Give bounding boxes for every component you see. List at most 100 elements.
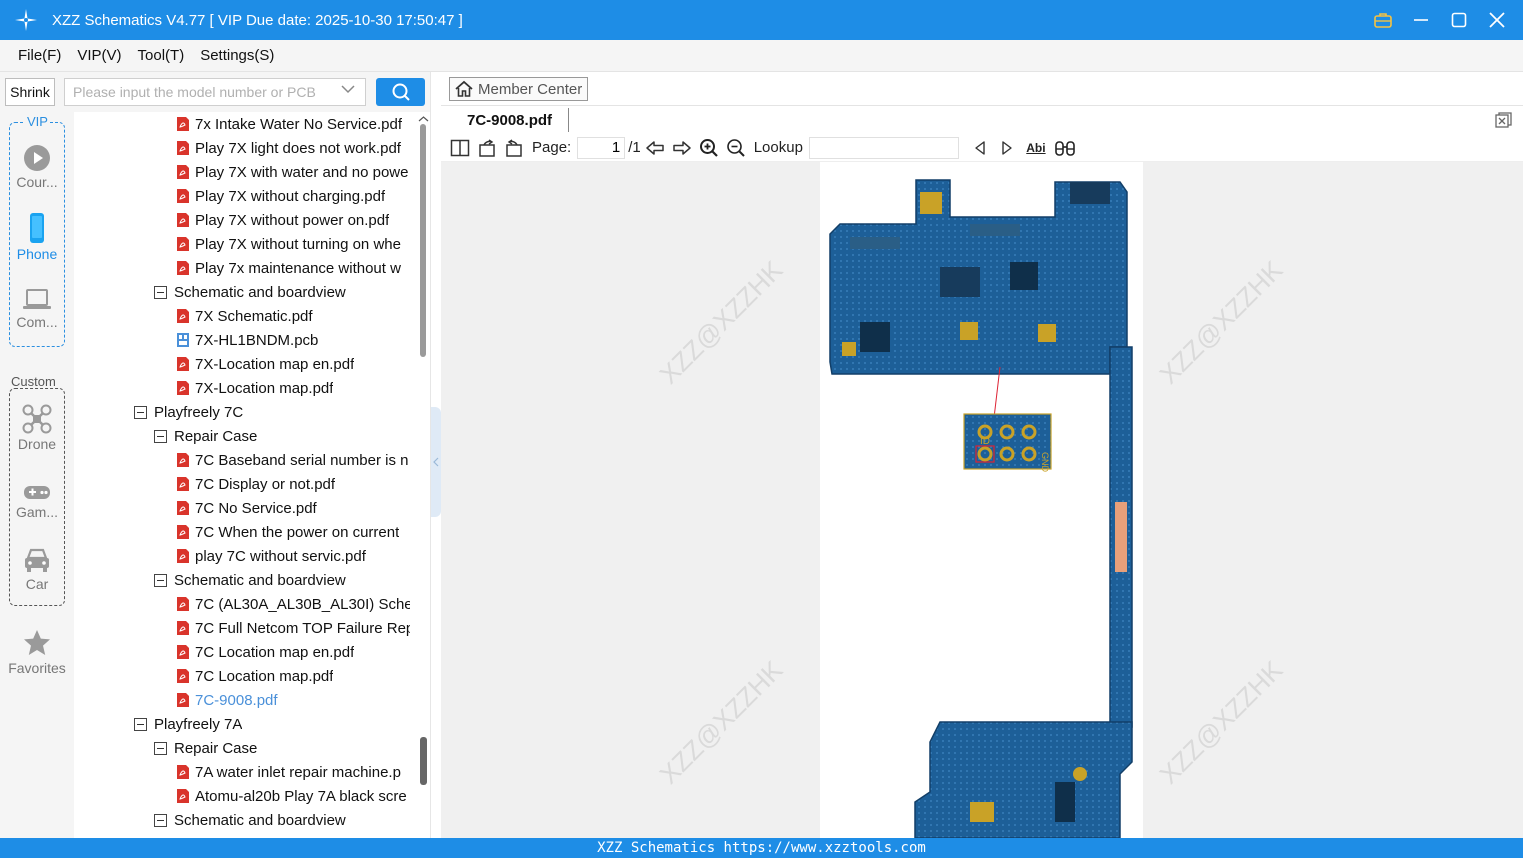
sidebar-item-drone[interactable]: Drone bbox=[0, 404, 74, 452]
pdf-file-icon bbox=[177, 117, 189, 131]
tree-file[interactable]: 7C Display or not.pdf bbox=[176, 472, 335, 496]
tree-scrollbar[interactable] bbox=[417, 112, 430, 838]
menu-tool[interactable]: Tool(T) bbox=[130, 47, 193, 64]
tree-file[interactable]: 7C Full Netcom TOP Failure Rep bbox=[176, 616, 410, 640]
tree-file[interactable]: 7x Intake Water No Service.pdf bbox=[176, 112, 402, 136]
tree-item-label: Atomu-al20b Play 7A black scre bbox=[195, 787, 407, 805]
scrollbar-thumb-secondary[interactable] bbox=[420, 737, 427, 785]
tree-file[interactable]: 7C Location map.pdf bbox=[176, 664, 333, 688]
zoom-in-icon[interactable] bbox=[698, 137, 720, 159]
tree-item-label: 7C Full Netcom TOP Failure Rep bbox=[195, 619, 410, 637]
collapse-toggle-icon[interactable] bbox=[154, 741, 167, 755]
collapse-toggle-icon[interactable] bbox=[134, 405, 147, 419]
member-center-button[interactable]: Member Center bbox=[449, 77, 588, 101]
maximize-icon[interactable] bbox=[1447, 8, 1471, 32]
tree-item-label: 7A water inlet repair machine.p bbox=[195, 763, 401, 781]
scrollbar-thumb[interactable] bbox=[420, 124, 426, 357]
collapse-toggle-icon[interactable] bbox=[154, 813, 167, 827]
tree-item-label: 7C Display or not.pdf bbox=[195, 475, 336, 493]
tree-folder[interactable]: Repair Case bbox=[154, 424, 257, 448]
tree-item-label: Schematic and boardview bbox=[174, 571, 346, 589]
tree-item-label: 7C Baseband serial number is n bbox=[195, 451, 409, 469]
tree-file[interactable]: Play 7X light does not work.pdf bbox=[176, 136, 401, 160]
pdf-file-icon bbox=[177, 549, 189, 563]
pdf-file-icon bbox=[177, 357, 189, 371]
match-case-icon[interactable]: Abi bbox=[1023, 137, 1049, 159]
pdf-file-icon bbox=[177, 141, 189, 155]
tree-folder[interactable]: Playfreely 7C bbox=[134, 400, 243, 424]
tree-file[interactable]: Play 7X without turning on whe bbox=[176, 232, 401, 256]
tree-file[interactable]: 7C When the power on current bbox=[176, 520, 399, 544]
sidebar-item-phone[interactable]: Phone bbox=[0, 212, 74, 262]
chevron-down-icon[interactable] bbox=[341, 84, 355, 94]
pdf-viewer[interactable]: XZZ@XZZHK XZZ@XZZHK XZZ@XZZHK XZZ@XZZHK bbox=[441, 162, 1523, 838]
board-label-gnd: GND bbox=[1040, 452, 1050, 473]
menu-settings[interactable]: Settings(S) bbox=[192, 47, 282, 64]
tree-file[interactable]: 7C Location map en.pdf bbox=[176, 640, 354, 664]
tree-file[interactable]: Play 7x maintenance without w bbox=[176, 256, 401, 280]
rotate-left-icon[interactable] bbox=[476, 137, 498, 159]
find-previous-icon[interactable] bbox=[969, 137, 991, 159]
tree-file[interactable]: 7C Baseband serial number is n bbox=[176, 448, 408, 472]
collapse-toggle-icon[interactable] bbox=[134, 717, 147, 731]
pdf-file-icon bbox=[177, 237, 189, 251]
tab-7c-9008[interactable]: 7C-9008.pdf bbox=[451, 108, 569, 132]
tree-file[interactable]: 7X-Location map en.pdf bbox=[176, 352, 354, 376]
sidebar-item-courses[interactable]: Cour... bbox=[0, 144, 74, 190]
menu-file[interactable]: File(F) bbox=[10, 47, 69, 64]
tree-file[interactable]: Play 7X with water and no powe bbox=[176, 160, 408, 184]
close-icon[interactable] bbox=[1485, 8, 1509, 32]
lookup-input[interactable] bbox=[808, 136, 959, 159]
star-icon bbox=[24, 630, 50, 655]
tree-file[interactable]: 7X Schematic.pdf bbox=[176, 304, 313, 328]
collapse-tab[interactable] bbox=[431, 407, 441, 517]
tree-item-label: Schematic and boardview bbox=[174, 283, 346, 301]
sidebar-toggle-icon[interactable] bbox=[449, 137, 471, 159]
tree-folder[interactable]: Schematic and boardview bbox=[154, 808, 346, 832]
shrink-button[interactable]: Shrink bbox=[5, 78, 55, 106]
category-sidebar: VIP Custom Cour... Phone Com... Drone Ga… bbox=[0, 112, 74, 838]
member-row: Member Center bbox=[441, 72, 1523, 106]
tree-file[interactable]: 7C No Service.pdf bbox=[176, 496, 317, 520]
previous-page-icon[interactable] bbox=[644, 137, 666, 159]
search-input[interactable] bbox=[64, 78, 366, 106]
tree-folder[interactable]: Schematic and boardview bbox=[154, 568, 346, 592]
collapse-toggle-icon[interactable] bbox=[154, 573, 167, 587]
tree-file[interactable]: Play 7X without charging.pdf bbox=[176, 184, 385, 208]
sidebar-item-favorites[interactable]: Favorites bbox=[0, 628, 74, 676]
tree-folder[interactable]: Schematic and boardview bbox=[154, 280, 346, 304]
tree-file[interactable]: play 7C without servic.pdf bbox=[176, 544, 366, 568]
pdf-file-icon bbox=[177, 381, 189, 395]
scroll-up-icon[interactable] bbox=[417, 114, 430, 124]
tree-item-label: Play 7X without power on.pdf bbox=[195, 211, 390, 229]
tree-file[interactable]: 7X-HL1BNDM.pcb bbox=[176, 328, 318, 352]
minimize-icon[interactable] bbox=[1409, 8, 1433, 32]
sidebar-item-car[interactable]: Car bbox=[0, 546, 74, 592]
search-button[interactable] bbox=[376, 78, 425, 106]
pane-splitter[interactable] bbox=[430, 72, 441, 838]
next-page-icon[interactable] bbox=[671, 137, 693, 159]
page-number-input[interactable] bbox=[577, 136, 626, 159]
tree-file[interactable]: Play 7X without power on.pdf bbox=[176, 208, 389, 232]
vip-label: VIP bbox=[25, 114, 50, 129]
tree-file[interactable]: 7A water inlet repair machine.p bbox=[176, 760, 401, 784]
find-next-icon[interactable] bbox=[996, 137, 1018, 159]
collapse-toggle-icon[interactable] bbox=[154, 285, 167, 299]
pdf-file-icon bbox=[177, 213, 189, 227]
sidebar-item-games[interactable]: Gam... bbox=[0, 482, 74, 520]
tree-folder[interactable]: Playfreely 7A bbox=[134, 712, 242, 736]
rotate-right-icon[interactable] bbox=[503, 137, 525, 159]
tree-file[interactable]: 7C-9008.pdf bbox=[176, 688, 278, 712]
zoom-out-icon[interactable] bbox=[725, 137, 747, 159]
tree-folder[interactable]: Repair Case bbox=[154, 736, 257, 760]
sidebar-item-computer[interactable]: Com... bbox=[0, 288, 74, 330]
tree-file[interactable]: 7X-Location map.pdf bbox=[176, 376, 333, 400]
menu-vip[interactable]: VIP(V) bbox=[69, 47, 129, 64]
tree-file[interactable]: Atomu-al20b Play 7A black scre bbox=[176, 784, 407, 808]
binoculars-icon[interactable] bbox=[1054, 137, 1076, 159]
collapse-toggle-icon[interactable] bbox=[154, 429, 167, 443]
briefcase-icon[interactable] bbox=[1371, 8, 1395, 32]
close-all-tabs-icon[interactable] bbox=[1493, 110, 1513, 130]
tree-file[interactable]: 7C (AL30A_AL30B_AL30I) Schem bbox=[176, 592, 410, 616]
watermark: XZZ@XZZHK bbox=[653, 254, 789, 390]
